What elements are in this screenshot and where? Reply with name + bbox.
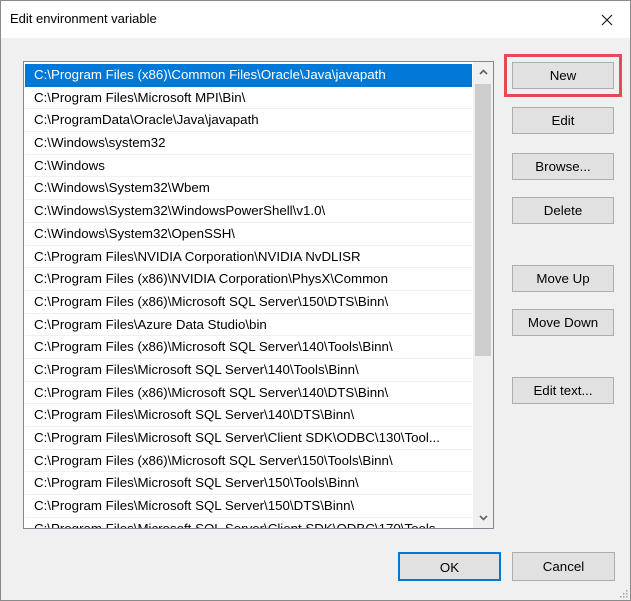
path-list-item[interactable]: C:\Windows\System32\WindowsPowerShell\v1… <box>25 200 472 223</box>
path-list-item[interactable]: C:\Program Files (x86)\NVIDIA Corporatio… <box>25 268 472 291</box>
path-list-item[interactable]: C:\Windows <box>25 155 472 178</box>
chevron-down-icon <box>478 515 488 521</box>
scrollbar-thumb[interactable] <box>475 84 491 356</box>
path-list-item[interactable]: C:\Program Files\Microsoft SQL Server\15… <box>25 472 472 496</box>
new-button[interactable]: New <box>512 62 614 89</box>
path-list-item[interactable]: C:\Program Files\Microsoft SQL Server\15… <box>25 495 472 518</box>
browse-button[interactable]: Browse... <box>512 153 614 180</box>
path-list-item[interactable]: C:\Program Files\NVIDIA Corporation\NVID… <box>25 246 472 269</box>
path-list-item[interactable]: C:\Program Files\Azure Data Studio\bin <box>25 314 472 337</box>
move-down-button[interactable]: Move Down <box>512 309 614 336</box>
title-bar: Edit environment variable <box>1 1 630 38</box>
vertical-scrollbar[interactable] <box>473 62 493 528</box>
chevron-up-icon <box>478 69 488 75</box>
edit-environment-variable-dialog: Edit environment variable C:\Program Fil… <box>0 0 631 601</box>
ok-button[interactable]: OK <box>398 552 501 581</box>
path-list-item[interactable]: C:\Program Files\Microsoft SQL Server\14… <box>25 359 472 382</box>
path-list-item[interactable]: C:\Program Files (x86)\Microsoft SQL Ser… <box>25 450 472 473</box>
path-list-item[interactable]: C:\Program Files\Microsoft SQL Server\Cl… <box>25 427 472 450</box>
path-list-item[interactable]: C:\Program Files\Microsoft SQL Server\14… <box>25 404 472 427</box>
path-list-item[interactable]: C:\Windows\system32 <box>25 132 472 155</box>
path-list-item[interactable]: C:\ProgramData\Oracle\Java\javapath <box>25 109 472 133</box>
path-list-item[interactable]: C:\Program Files (x86)\Microsoft SQL Ser… <box>25 291 472 314</box>
scroll-down-button[interactable] <box>473 508 493 528</box>
path-list-item[interactable]: C:\Program Files (x86)\Common Files\Orac… <box>25 64 472 87</box>
delete-button[interactable]: Delete <box>512 197 614 224</box>
resize-grip-icon[interactable] <box>618 588 628 598</box>
path-list-rows: C:\Program Files (x86)\Common Files\Orac… <box>25 64 472 528</box>
edit-text-button[interactable]: Edit text... <box>512 377 614 404</box>
path-list-item[interactable]: C:\Program Files\Microsoft SQL Server\Cl… <box>25 518 472 528</box>
path-list-item[interactable]: C:\Windows\System32\Wbem <box>25 177 472 201</box>
move-up-button[interactable]: Move Up <box>512 265 614 292</box>
scroll-up-button[interactable] <box>473 62 493 82</box>
path-list[interactable]: C:\Program Files (x86)\Common Files\Orac… <box>23 61 494 529</box>
path-list-item[interactable]: C:\Program Files (x86)\Microsoft SQL Ser… <box>25 382 472 405</box>
cancel-button[interactable]: Cancel <box>512 552 615 581</box>
close-button[interactable] <box>584 1 630 38</box>
path-list-item[interactable]: C:\Program Files\Microsoft MPI\Bin\ <box>25 87 472 110</box>
dialog-title: Edit environment variable <box>10 11 157 26</box>
close-icon <box>601 14 613 25</box>
path-list-item[interactable]: C:\Program Files (x86)\Microsoft SQL Ser… <box>25 336 472 359</box>
edit-button[interactable]: Edit <box>512 107 614 134</box>
path-list-item[interactable]: C:\Windows\System32\OpenSSH\ <box>25 223 472 246</box>
